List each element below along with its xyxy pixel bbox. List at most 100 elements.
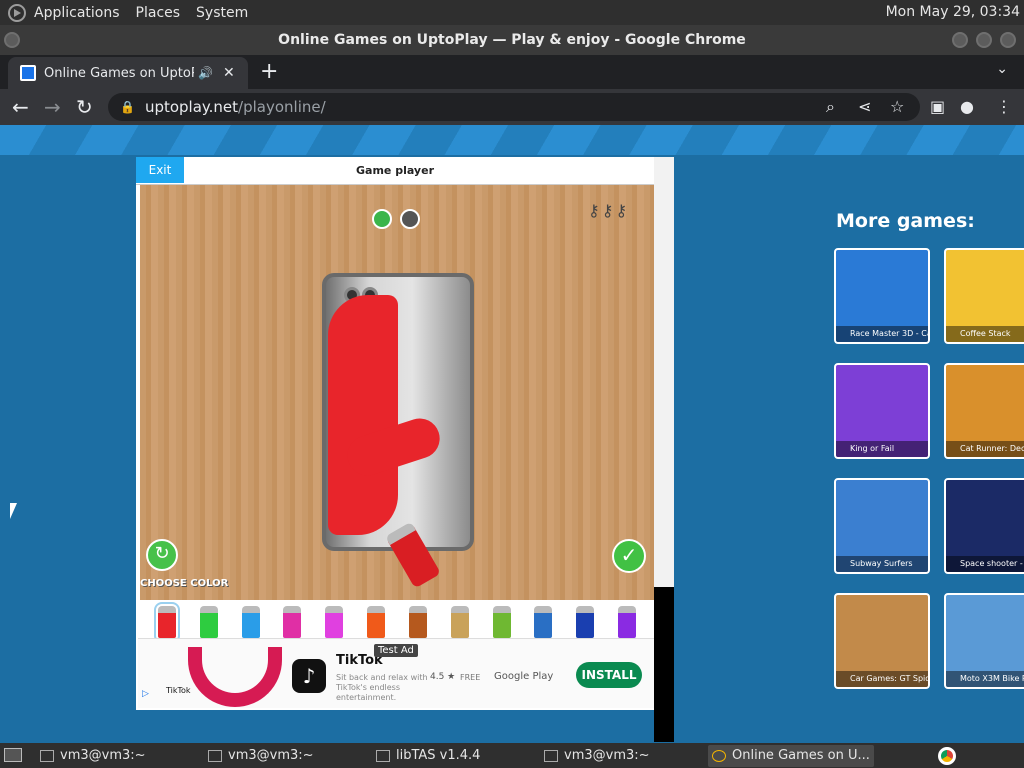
chrome-tray-icon[interactable] <box>938 747 956 765</box>
ad-price: FREE <box>460 673 481 682</box>
new-tab-button[interactable]: + <box>260 59 278 84</box>
taskbar: vm3@vm3:~ vm3@vm3:~ libTAS v1.4.4 vm3@vm… <box>0 743 1024 768</box>
ad-art <box>188 647 282 707</box>
reload-icon[interactable]: ↻ <box>76 95 93 119</box>
tab-uptoplay[interactable]: Online Games on UptoPlay 🔊 ✕ <box>8 57 248 89</box>
menu-system[interactable]: System <box>196 5 248 21</box>
maximize-icon[interactable] <box>976 32 992 48</box>
taskbar-item-terminal-2[interactable]: vm3@vm3:~ <box>204 745 364 767</box>
url-path: /playonline/ <box>238 98 326 116</box>
share-icon[interactable]: ⋖ <box>858 97 871 116</box>
libtas-icon <box>376 750 390 762</box>
game-thumbnail-label: Coffee Stack <box>946 326 1024 342</box>
window-title: Online Games on UptoPlay — Play & enjoy … <box>278 32 746 48</box>
color-palette <box>140 600 654 642</box>
window-menu-icon[interactable] <box>4 32 20 48</box>
show-desktop-icon[interactable] <box>4 748 22 762</box>
spray-can-color-9[interactable] <box>534 606 553 638</box>
game-thumbnail[interactable]: Race Master 3D - Car <box>834 248 930 344</box>
game-thumbnail[interactable]: Space shooter - G <box>944 478 1024 574</box>
mouse-cursor-icon <box>10 503 17 519</box>
top-panel: Applications Places System Mon May 29, 0… <box>0 0 1024 25</box>
chrome-menu-icon[interactable]: ⋮ <box>996 97 1012 116</box>
uptoplay-favicon-icon <box>20 65 36 81</box>
paint-mode-icon[interactable] <box>372 209 392 229</box>
game-thumbnail-label: Race Master 3D - Car <box>836 326 928 342</box>
game-thumbnail-label: King or Fail <box>836 441 928 457</box>
spray-can-color-11[interactable] <box>618 606 637 638</box>
game-thumbnail-label: Cat Runner: Decor <box>946 441 1024 457</box>
address-bar[interactable]: 🔒 uptoplay.net /playonline/ <box>108 93 920 121</box>
player-side-toolbar[interactable] <box>654 157 674 587</box>
tab-strip: Online Games on UptoPlay 🔊 ✕ + ⌄ <box>0 55 1024 89</box>
forward-arrow-icon[interactable]: → <box>44 95 61 119</box>
taskbar-item-libtas[interactable]: libTAS v1.4.4 <box>372 745 532 767</box>
game-thumbnail[interactable]: Car Games: GT Spid <box>834 593 930 689</box>
game-thumbnail-label: Space shooter - G <box>946 556 1024 572</box>
taskbar-item-terminal-1[interactable]: vm3@vm3:~ <box>36 745 196 767</box>
zoom-icon[interactable]: ⌕ <box>826 97 835 117</box>
lock-icon[interactable]: 🔒 <box>120 100 135 114</box>
url-host: uptoplay.net <box>144 98 239 116</box>
ad-rating: 4.5 ★ <box>430 672 456 682</box>
game-thumbnail[interactable]: Cat Runner: Decor <box>944 363 1024 459</box>
game-player-title: Game player <box>136 157 654 185</box>
close-window-icon[interactable] <box>1000 32 1016 48</box>
header-wave-decoration <box>0 125 1024 155</box>
game-thumbnail[interactable]: Coffee Stack <box>944 248 1024 344</box>
game-thumbnail-label: Moto X3M Bike Ra <box>946 671 1024 687</box>
taskbar-item-chrome[interactable]: Online Games on U... <box>708 745 874 767</box>
spray-can-color-2[interactable] <box>241 606 260 638</box>
tiktok-logo-icon: ♪ <box>292 659 326 693</box>
window-titlebar: Online Games on UptoPlay — Play & enjoy … <box>0 25 1024 55</box>
restart-button[interactable]: ↻ <box>146 539 178 571</box>
phone-case[interactable] <box>322 273 474 551</box>
install-button[interactable]: INSTALL <box>576 662 642 688</box>
menu-applications[interactable]: Applications <box>34 5 120 21</box>
spray-can-color-8[interactable] <box>492 606 511 638</box>
minimize-icon[interactable] <box>952 32 968 48</box>
spray-can-color-5[interactable] <box>367 606 386 638</box>
terminal-icon <box>208 750 222 762</box>
tab-close-icon[interactable]: ✕ <box>223 65 235 81</box>
exit-button[interactable]: Exit <box>136 157 184 183</box>
test-ad-badge: Test Ad <box>374 644 418 657</box>
side-panel-icon[interactable]: ▣ <box>930 97 945 116</box>
taskbar-item-terminal-3[interactable]: vm3@vm3:~ <box>540 745 700 767</box>
confirm-check-button[interactable]: ✓ <box>612 539 646 573</box>
clock[interactable]: Mon May 29, 03:34 <box>886 4 1020 20</box>
browser-toolbar: ← → ↻ 🔒 uptoplay.net /playonline/ ⌕ ⋖ ☆ … <box>0 89 1024 125</box>
spray-can-color-7[interactable] <box>450 606 469 638</box>
game-thumbnail[interactable]: King or Fail <box>834 363 930 459</box>
terminal-icon <box>544 750 558 762</box>
spray-can-color-4[interactable] <box>325 606 344 638</box>
gnome-logo-icon[interactable] <box>8 3 26 22</box>
terminal-icon <box>40 750 54 762</box>
back-arrow-icon[interactable]: ← <box>12 95 29 119</box>
bookmark-star-icon[interactable]: ☆ <box>890 97 904 116</box>
ad-banner[interactable]: ▷ TikTok ♪ TikTok Test Ad Sit back and r… <box>138 638 654 708</box>
page-content: Game player Exit ⚷⚷⚷ ↻ CHOOSE COLOR ✓ ▷ … <box>0 125 1024 743</box>
tab-search-chevron-down-icon[interactable]: ⌄ <box>996 61 1008 77</box>
ad-choices-icon[interactable]: ▷ <box>142 689 149 699</box>
profile-avatar-icon[interactable]: ● <box>960 97 974 116</box>
keys-icon: ⚷⚷⚷ <box>588 201 630 220</box>
game-thumbnail-label: Subway Surfers <box>836 556 928 572</box>
spray-can-color-10[interactable] <box>576 606 595 638</box>
game-canvas[interactable]: ⚷⚷⚷ ↻ CHOOSE COLOR ✓ <box>140 185 654 600</box>
menu-places[interactable]: Places <box>136 5 181 21</box>
spray-can-color-1[interactable] <box>199 606 218 638</box>
spray-can-color-0[interactable] <box>153 602 180 642</box>
tab-title: Online Games on UptoPlay <box>44 65 194 81</box>
chrome-icon <box>712 750 726 762</box>
game-thumbnail[interactable]: Subway Surfers <box>834 478 930 574</box>
game-thumbnail[interactable]: Moto X3M Bike Ra <box>944 593 1024 689</box>
more-games-title: More games: <box>836 210 975 232</box>
game-thumbnail-label: Car Games: GT Spid <box>836 671 928 687</box>
audio-playing-icon[interactable]: 🔊 <box>198 66 213 80</box>
spray-can-color-6[interactable] <box>408 606 427 638</box>
ad-brand-small: TikTok <box>166 686 191 695</box>
spray-mode-icon[interactable] <box>400 209 420 229</box>
choose-color-label: CHOOSE COLOR <box>140 578 229 589</box>
spray-can-color-3[interactable] <box>283 606 302 638</box>
